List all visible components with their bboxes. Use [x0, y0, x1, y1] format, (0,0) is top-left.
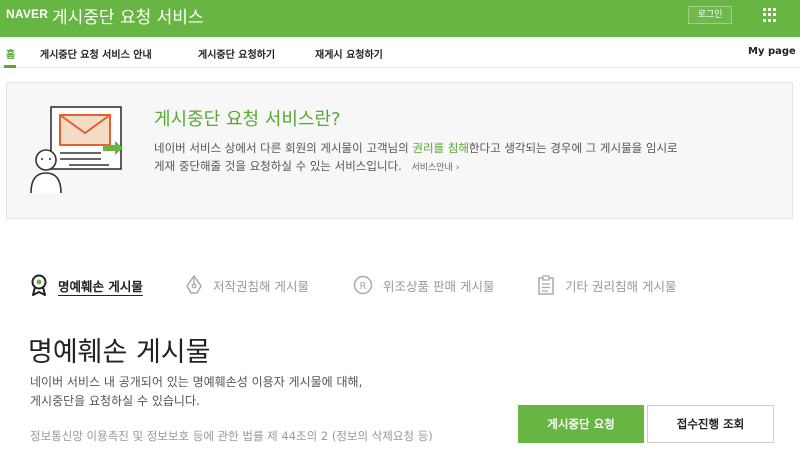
intro-desc-text-cont: 한다고 생각되는 경우에 그 게시물을 임시로: [468, 141, 678, 155]
ribbon-icon: [31, 274, 47, 296]
intro-box: 게시중단 요청 서비스란? 네이버 서비스 상에서 다른 회원의 게시물이 고객…: [6, 82, 793, 219]
intro-desc-line2: 게재 중단해줄 것을 요청하실 수 있는 서비스입니다.: [154, 159, 402, 173]
registered-icon: R: [353, 275, 373, 295]
tab-counterfeit-label: 위조상품 판매 게시물: [383, 278, 495, 294]
nav-active-indicator: [4, 65, 16, 68]
tab-other-rights-label: 기타 권리침해 게시물: [565, 278, 677, 294]
site-title[interactable]: 게시중단 요청 서비스: [52, 3, 204, 28]
section-law-reference: 정보통신망 이용촉진 및 정보보호 등에 관한 법률 제 44조의 2 (정보의…: [30, 429, 433, 443]
section-desc-line2: 게시중단을 요청하실 수 있습니다.: [30, 394, 200, 408]
nav-item-mypage[interactable]: My page: [748, 46, 796, 57]
service-guide-link[interactable]: 서비스안내 ›: [411, 163, 459, 173]
nav-item-request[interactable]: 게시중단 요청하기: [198, 46, 275, 61]
section-description: 네이버 서비스 내 공개되어 있는 명예훼손성 이용자 게시물에 대해, 게시중…: [30, 373, 490, 411]
intro-desc-highlight: 권리를 침해: [412, 141, 469, 155]
tab-copyright-label: 저작권침해 게시물: [213, 278, 309, 294]
request-takedown-button[interactable]: 게시중단 요청: [518, 405, 644, 443]
top-header: NAVER 게시중단 요청 서비스 로그인: [0, 0, 800, 37]
tab-defamation-label: 명예훼손 게시물: [58, 278, 143, 294]
grid-icon[interactable]: [763, 8, 777, 22]
pen-nib-icon: [186, 274, 202, 294]
tab-defamation[interactable]: 명예훼손 게시물: [30, 273, 143, 297]
login-button[interactable]: 로그인: [688, 6, 732, 24]
clipboard-icon: [538, 275, 554, 295]
report-illustration-icon: [30, 106, 123, 194]
section-desc-line1: 네이버 서비스 내 공개되어 있는 명예훼손성 이용자 게시물에 대해,: [30, 375, 363, 389]
check-status-button[interactable]: 접수진행 조회: [647, 405, 774, 443]
tab-counterfeit[interactable]: R 위조상품 판매 게시물: [353, 273, 494, 297]
svg-text:R: R: [360, 281, 367, 292]
intro-description: 네이버 서비스 상에서 다른 회원의 게시물이 고객님의 권리를 침해한다고 생…: [154, 139, 774, 177]
main-nav: 홈 게시중단 요청 서비스 안내 게시중단 요청하기 재게시 요청하기 My p…: [0, 37, 800, 68]
tab-other-rights[interactable]: 기타 권리침해 게시물: [537, 273, 676, 297]
nav-item-home[interactable]: 홈: [6, 46, 15, 61]
nav-item-repost-request[interactable]: 재게시 요청하기: [315, 46, 383, 61]
intro-desc-text: 네이버 서비스 상에서 다른 회원의 게시물이 고객님의: [154, 141, 413, 155]
naver-logo[interactable]: NAVER: [6, 7, 48, 21]
section-title: 명예훼손 게시물: [28, 337, 211, 368]
intro-title: 게시중단 요청 서비스란?: [154, 109, 341, 130]
nav-item-service-guide[interactable]: 게시중단 요청 서비스 안내: [40, 46, 152, 61]
tab-copyright[interactable]: 저작권침해 게시물: [185, 273, 309, 297]
